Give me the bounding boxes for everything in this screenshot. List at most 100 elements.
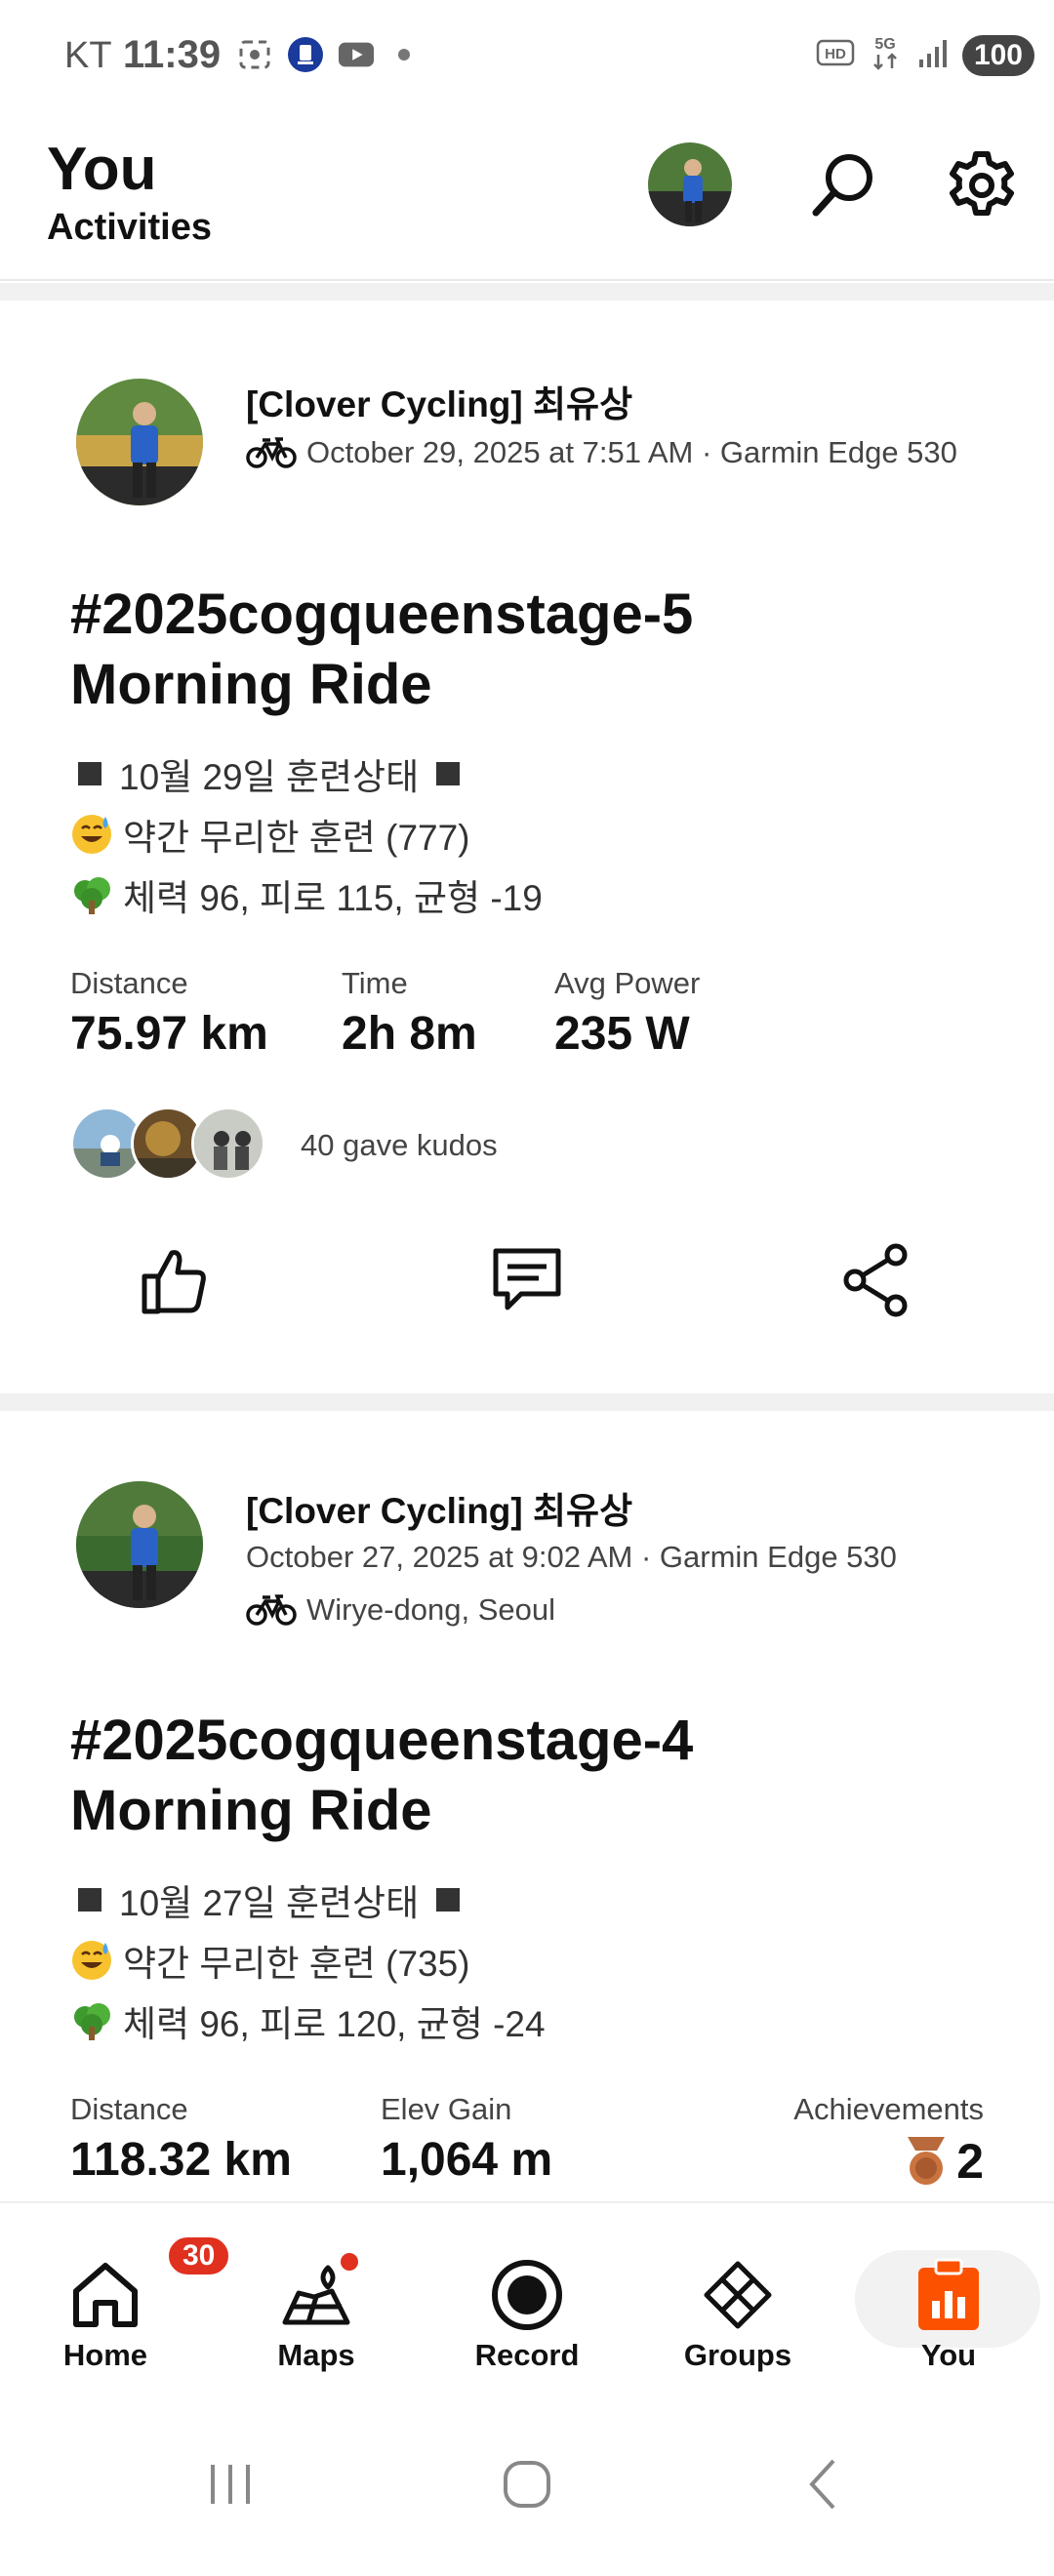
maps-notification-dot — [338, 2250, 361, 2274]
app-notification-icon — [287, 37, 324, 72]
athlete-name[interactable]: [Clover Cycling] 최유상 — [246, 375, 632, 427]
status-icons-left — [236, 37, 410, 72]
achievements-count[interactable]: 2 — [904, 2133, 984, 2190]
comment-icon[interactable] — [488, 1241, 566, 1319]
activity-title[interactable]: #2025cogqueenstage-5 Morning Ride — [70, 580, 1007, 720]
nav-you[interactable]: You — [843, 2203, 1054, 2395]
stat-elev-gain: Elev Gain 1,064 m — [381, 2092, 552, 2187]
activity-date-device: October 29, 2025 at 7:51 AM · Garmin Edg… — [306, 435, 957, 469]
stat-distance: Distance 75.97 km — [70, 966, 268, 1061]
feed-divider — [0, 283, 1054, 301]
description-text: 체력 96, 피로 120, 균형 -24 — [123, 2004, 546, 2044]
nav-label: Home — [62, 2338, 148, 2372]
kudos-count[interactable]: 40 gave kudos — [301, 1128, 498, 1163]
youtube-icon — [338, 37, 375, 72]
stat-distance: Distance 118.32 km — [70, 2092, 292, 2187]
athlete-name[interactable]: [Clover Cycling] 최유상 — [246, 1481, 632, 1534]
square-bullet-icon — [436, 1888, 461, 1912]
activity-title[interactable]: #2025cogqueenstage-4 Morning Ride — [70, 1706, 1007, 1846]
settings-icon[interactable] — [943, 146, 1021, 224]
hd-icon: HD — [816, 38, 855, 72]
activity-title-line1: #2025cogqueenstage-5 — [70, 583, 694, 646]
description-line: 체력 96, 피로 120, 균형 -24 — [70, 1994, 546, 2047]
system-navigation-bar — [0, 2393, 1054, 2576]
screenshot-icon — [236, 37, 273, 72]
page-title: You — [47, 136, 157, 203]
description-line: 체력 96, 피로 115, 균형 -19 — [70, 868, 543, 921]
activity-card[interactable]: [Clover Cycling] 최유상 October 29, 2025 at… — [0, 301, 1054, 1393]
nav-label: You — [920, 2338, 977, 2372]
recent-apps-icon[interactable] — [191, 2445, 269, 2523]
status-time: 11:39 — [123, 33, 222, 76]
stat-time: Time 2h 8m — [342, 966, 477, 1061]
achievements-label: Achievements — [793, 2092, 984, 2126]
achievements-value: 2 — [956, 2134, 984, 2189]
stat-label: Distance — [70, 2092, 188, 2126]
square-bullet-icon — [78, 1888, 101, 1912]
medal-icon — [908, 2137, 946, 2185]
app-header: You Activities — [0, 109, 1054, 281]
activity-title-line1: #2025cogqueenstage-4 — [70, 1709, 694, 1772]
stat-label: Distance — [70, 966, 188, 1000]
stat-label: Avg Power — [554, 966, 701, 1000]
nav-home[interactable]: Home — [0, 2203, 211, 2395]
kudo-avatar — [191, 1107, 265, 1181]
tree-emoji-icon — [74, 877, 110, 914]
athlete-avatar[interactable] — [76, 379, 203, 505]
5g-icon: 5G — [869, 33, 902, 77]
stat-value: 235 W — [554, 1008, 690, 1060]
description-line: 약간 무리한 훈련 (735) — [70, 1934, 470, 1987]
stat-label: Time — [342, 966, 408, 1000]
stat-value: 2h 8m — [342, 1008, 477, 1060]
signal-icon — [915, 36, 949, 74]
description-text: 10월 27일 훈련상태 — [119, 1883, 420, 1923]
sweat-smile-emoji-icon — [72, 815, 111, 854]
groups-icon — [699, 2256, 777, 2334]
back-icon[interactable] — [785, 2445, 863, 2523]
status-icons-right: HD 5G 100 — [816, 33, 1034, 77]
description-text: 약간 무리한 훈련 (777) — [123, 818, 470, 858]
more-notifications-dot — [398, 49, 410, 60]
you-icon — [910, 2256, 988, 2334]
profile-avatar[interactable] — [648, 142, 732, 226]
square-bullet-icon — [78, 762, 101, 785]
sweat-smile-emoji-icon — [72, 1941, 111, 1980]
svg-text:HD: HD — [825, 46, 846, 62]
stat-avg-power: Avg Power 235 W — [554, 966, 700, 1061]
activity-card[interactable]: [Clover Cycling] 최유상 October 27, 2025 at… — [0, 1411, 1054, 2201]
nav-label: Groups — [683, 2338, 792, 2372]
description-line: 10월 29일 훈련상태 — [70, 747, 461, 800]
athlete-avatar[interactable] — [76, 1481, 203, 1608]
thumbs-up-icon[interactable] — [137, 1241, 215, 1319]
bottom-navigation: Home Maps Record Groups You — [0, 2201, 1054, 2393]
description-text: 약간 무리한 훈련 (735) — [123, 1944, 470, 1984]
activity-location: Wirye-dong, Seoul — [246, 1592, 555, 1628]
nav-groups[interactable]: Groups — [632, 2203, 843, 2395]
nav-maps[interactable]: Maps — [211, 2203, 422, 2395]
battery-indicator: 100 — [961, 34, 1034, 76]
nav-label: Maps — [277, 2338, 355, 2372]
status-bar: KT 11:39 HD 5G 100 — [0, 0, 1054, 109]
activity-title-line2: Morning Ride — [70, 653, 432, 716]
activity-title-line2: Morning Ride — [70, 1779, 432, 1842]
square-bullet-icon — [436, 762, 461, 785]
page-subtitle[interactable]: Activities — [47, 207, 212, 249]
feed-divider — [0, 1393, 1054, 1411]
home-icon — [66, 2256, 144, 2334]
tree-emoji-icon — [74, 2003, 110, 2040]
search-icon[interactable] — [806, 148, 880, 222]
description-text: 체력 96, 피로 115, 균형 -19 — [123, 878, 543, 918]
activity-meta: October 29, 2025 at 7:51 AM · Garmin Edg… — [246, 435, 957, 470]
description-line: 10월 27일 훈련상태 — [70, 1873, 461, 1926]
stat-value: 1,064 m — [381, 2134, 553, 2186]
description-line: 약간 무리한 훈련 (777) — [70, 808, 470, 861]
bike-icon — [246, 1594, 297, 1626]
nav-record[interactable]: Record — [422, 2203, 632, 2395]
home-system-icon[interactable] — [488, 2445, 566, 2523]
kudos-avatars[interactable] — [70, 1107, 265, 1181]
home-notification-badge: 30 — [166, 2234, 232, 2277]
stat-value: 75.97 km — [70, 1008, 268, 1060]
share-icon[interactable] — [837, 1241, 915, 1319]
svg-text:5G: 5G — [874, 36, 895, 53]
description-text: 10월 29일 훈련상태 — [119, 757, 420, 797]
